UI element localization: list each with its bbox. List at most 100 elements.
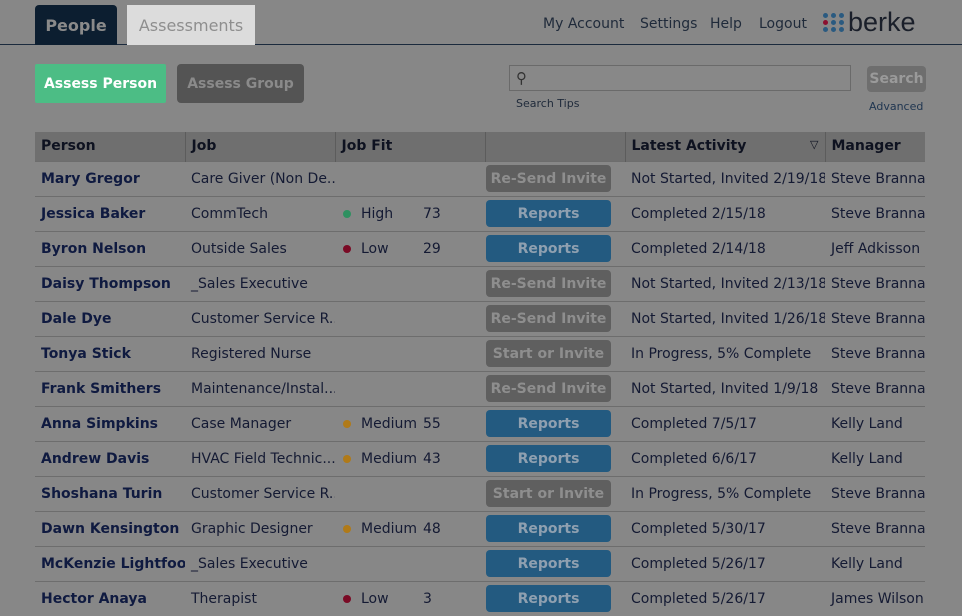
header-job[interactable]: Job [185,132,336,161]
person-name-link[interactable]: Shoshana Turin [35,475,185,511]
table-row: Frank Smithers Maintenance/Instal... Re-… [35,370,925,406]
job-fit-cell: Low 3 [335,580,485,616]
logo-text: berke [848,7,916,37]
job-fit-cell: Medium 55 [335,405,485,441]
latest-activity-cell: In Progress, 5% Complete [625,475,825,511]
people-table: Person Job Job Fit Latest Activity ▽ Mana… [35,132,925,616]
resend-invite-button[interactable]: Re-Send Invite [486,305,611,332]
manager-cell: James Wilson [825,580,925,616]
assess-person-button[interactable]: Assess Person [35,64,166,103]
person-name-link[interactable]: Dawn Kensington [35,510,185,546]
action-cell: Re-Send Invite [485,300,625,336]
table-row: Jessica Baker CommTech High 73 Reports Co… [35,195,925,231]
resend-invite-button[interactable]: Re-Send Invite [486,165,611,192]
table-row: Shoshana Turin Customer Service R... Sta… [35,475,925,511]
fit-level: Medium [361,415,417,432]
job-cell: Care Giver (Non De... [185,160,335,196]
header-person[interactable]: Person [35,132,186,161]
latest-activity-cell: Completed 5/30/17 [625,510,825,546]
reports-button[interactable]: Reports [486,235,611,262]
manager-cell: Steve Brannan [825,265,925,301]
advanced-search-link[interactable]: Advanced [869,100,923,113]
latest-activity-cell: Completed 5/26/17 [625,580,825,616]
job-cell: Maintenance/Instal... [185,370,335,406]
person-name-link[interactable]: Frank Smithers [35,370,185,406]
person-name-link[interactable]: Jessica Baker [35,195,185,231]
latest-activity-cell: Completed 6/6/17 [625,440,825,476]
action-cell: Reports [485,405,625,441]
sort-desc-icon[interactable]: ▽ [810,138,818,151]
table-row: Daisy Thompson _Sales Executive Re-Send … [35,265,925,301]
tab-assessments[interactable]: Assessments [127,5,255,45]
nav-my-account[interactable]: My Account [543,16,624,32]
fit-score: 3 [423,590,432,607]
job-cell: Outside Sales [185,230,335,266]
table-row: McKenzie Lightfoot _Sales Executive Repo… [35,545,925,581]
reports-button[interactable]: Reports [486,445,611,472]
table-row: Hector Anaya Therapist Low 3 Reports Comp… [35,580,925,616]
fit-score: 29 [423,240,441,257]
reports-button[interactable]: Reports [486,585,611,613]
table-row: Anna Simpkins Case Manager Medium 55 Repo… [35,405,925,441]
person-name-link[interactable]: Daisy Thompson [35,265,185,301]
job-cell: Customer Service R... [185,475,335,511]
latest-activity-cell: Completed 2/14/18 [625,230,825,266]
person-name-link[interactable]: Mary Gregor [35,160,185,196]
assess-group-button[interactable]: Assess Group [177,64,304,103]
header-action [485,132,626,161]
nav-settings[interactable]: Settings [640,16,697,32]
job-cell: Customer Service R... [185,300,335,336]
person-name-link[interactable]: Andrew Davis [35,440,185,476]
start-or-invite-button[interactable]: Start or Invite [486,340,611,367]
nav-logout[interactable]: Logout [759,16,807,32]
fit-score: 43 [423,450,441,467]
person-name-link[interactable]: Dale Dye [35,300,185,336]
latest-activity-cell: Not Started, Invited 1/9/18 [625,370,825,406]
job-fit-cell [335,265,485,301]
action-cell: Start or Invite [485,335,625,371]
search-button[interactable]: Search [867,66,926,92]
reports-button[interactable]: Reports [486,200,611,227]
search-tips-link[interactable]: Search Tips [516,97,579,110]
header-latest-activity[interactable]: Latest Activity ▽ [625,132,826,161]
reports-button[interactable]: Reports [486,550,611,577]
latest-activity-cell: Completed 7/5/17 [625,405,825,441]
manager-cell: Steve Brannan [825,195,925,231]
resend-invite-button[interactable]: Re-Send Invite [486,375,611,402]
fit-dot-icon [343,594,351,603]
fit-dot-icon [343,454,351,463]
job-fit-cell: Low 29 [335,230,485,266]
job-cell: Case Manager [185,405,335,441]
start-or-invite-button[interactable]: Start or Invite [486,480,611,507]
table-row: Byron Nelson Outside Sales Low 29 Reports… [35,230,925,266]
resend-invite-button[interactable]: Re-Send Invite [486,270,611,297]
top-bar: People Assessments My Account Settings H… [0,0,962,45]
person-name-link[interactable]: Byron Nelson [35,230,185,266]
person-name-link[interactable]: Anna Simpkins [35,405,185,441]
manager-cell: Kelly Land [825,440,925,476]
logo-dots-icon [823,12,845,32]
search-input[interactable]: ⚲ [509,65,851,91]
latest-activity-cell: Completed 2/15/18 [625,195,825,231]
header-job-fit[interactable]: Job Fit [335,132,486,161]
reports-button[interactable]: Reports [486,410,611,437]
person-name-link[interactable]: Tonya Stick [35,335,185,371]
action-cell: Reports [485,545,625,581]
job-fit-cell [335,545,485,581]
person-name-link[interactable]: McKenzie Lightfoot [35,545,185,581]
person-name-link[interactable]: Hector Anaya [35,580,185,616]
tab-people[interactable]: People [35,5,117,45]
nav-help[interactable]: Help [710,16,742,32]
header-manager[interactable]: Manager [825,132,925,161]
action-cell: Reports [485,580,625,616]
latest-activity-cell: Not Started, Invited 1/26/18 [625,300,825,336]
reports-button[interactable]: Reports [486,515,611,542]
fit-score: 55 [423,415,441,432]
job-fit-cell: Medium 48 [335,510,485,546]
manager-cell: Steve Brannan [825,475,925,511]
table-row: Dawn Kensington Graphic Designer Medium 4… [35,510,925,546]
manager-cell: Kelly Land [825,405,925,441]
manager-cell: Steve Brannan [825,300,925,336]
job-cell: CommTech [185,195,335,231]
fit-level: Low [361,590,389,607]
